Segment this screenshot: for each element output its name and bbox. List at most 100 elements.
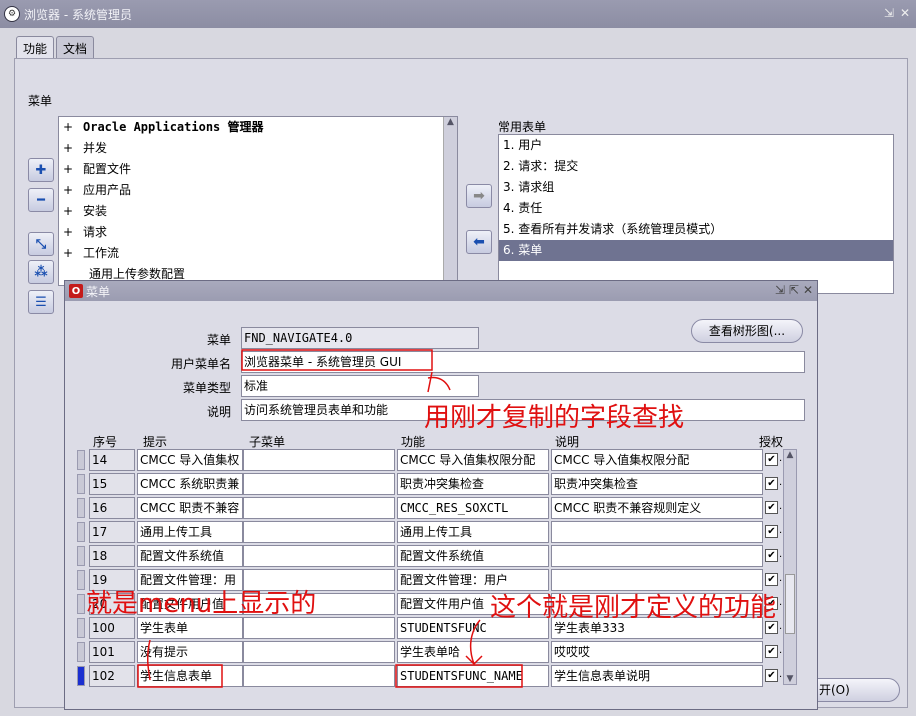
seq-cell[interactable]: 16 <box>89 497 135 519</box>
grid-scrollbar[interactable]: ▲ ▼ <box>783 449 797 685</box>
tree-item[interactable]: + Oracle Applications 管理器 <box>59 117 457 138</box>
function-cell[interactable]: CMCC 导入值集权限分配 <box>397 449 549 471</box>
scroll-up-icon[interactable]: ▲ <box>784 450 796 460</box>
submenu-cell[interactable] <box>243 617 395 639</box>
prompt-cell[interactable]: CMCC 职责不兼容 <box>137 497 243 519</box>
description-cell[interactable]: CMCC 职责不兼容规则定义 <box>551 497 763 519</box>
minimize-icon[interactable]: ⇲ <box>884 6 894 20</box>
description-cell[interactable]: 哎哎哎 <box>551 641 763 663</box>
prompt-cell[interactable]: 配置文件系统值 <box>137 545 243 567</box>
favorite-item[interactable]: 2. 请求：提交 <box>499 156 893 177</box>
function-cell[interactable]: 配置文件管理：用户 <box>397 569 549 591</box>
description-cell[interactable]: 学生表单333 <box>551 617 763 639</box>
user-menu-name-field[interactable]: 浏览器菜单 - 系统管理员 GUI <box>241 351 805 373</box>
description-field[interactable]: 访问系统管理员表单和功能 <box>241 399 805 421</box>
prompt-cell[interactable]: 没有提示 <box>137 641 243 663</box>
grant-checkbox[interactable]: ✔ <box>765 549 778 562</box>
tree-item[interactable]: + 并发 <box>59 138 457 159</box>
description-cell[interactable]: 学生信息表单说明 <box>551 665 763 687</box>
function-cell[interactable]: CMCC_RES_SOXCTL <box>397 497 549 519</box>
tree-item[interactable]: + 工作流 <box>59 243 457 264</box>
row-selector[interactable] <box>77 642 85 662</box>
tree-item[interactable]: + 配置文件 <box>59 159 457 180</box>
collapse-button[interactable]: ━ <box>28 188 54 212</box>
function-cell[interactable]: 学生表单哈 <box>397 641 549 663</box>
grant-checkbox[interactable]: ✔ <box>765 669 778 682</box>
function-cell[interactable]: 配置文件用户值 <box>397 593 549 615</box>
prompt-cell[interactable]: 学生表单 <box>137 617 243 639</box>
description-cell[interactable] <box>551 569 763 591</box>
scroll-down-icon[interactable]: ▼ <box>784 674 796 684</box>
row-selector[interactable] <box>77 546 85 566</box>
seq-cell[interactable]: 18 <box>89 545 135 567</box>
function-tree[interactable]: + Oracle Applications 管理器 + 并发 + 配置文件 + 应用产品… <box>58 116 458 286</box>
tree-item[interactable]: + 请求 <box>59 222 457 243</box>
grant-checkbox[interactable]: ✔ <box>765 621 778 634</box>
menu-field[interactable]: FND_NAVIGATE4.0 <box>241 327 479 349</box>
tree-scrollbar[interactable]: ▲ <box>443 117 457 285</box>
grant-checkbox[interactable]: ✔ <box>765 477 778 490</box>
favorite-item[interactable]: 5. 查看所有并发请求（系统管理员模式） <box>499 219 893 240</box>
submenu-cell[interactable] <box>243 545 395 567</box>
favorite-item[interactable]: 4. 责任 <box>499 198 893 219</box>
seq-cell[interactable]: 19 <box>89 569 135 591</box>
function-cell[interactable]: 通用上传工具 <box>397 521 549 543</box>
collapse-all-button[interactable]: ☰ <box>28 290 54 314</box>
expand-branch-button[interactable]: ⤡ <box>28 232 54 256</box>
row-selector[interactable] <box>77 498 85 518</box>
add-to-favorites-button[interactable]: ➡ <box>466 184 492 208</box>
prompt-cell[interactable]: 学生信息表单 <box>137 665 243 687</box>
description-cell[interactable]: 职责冲突集检查 <box>551 473 763 495</box>
submenu-cell[interactable] <box>243 521 395 543</box>
submenu-cell[interactable] <box>243 641 395 663</box>
row-selector[interactable] <box>77 450 85 470</box>
seq-cell[interactable]: 17 <box>89 521 135 543</box>
row-selector[interactable] <box>77 474 85 494</box>
submenu-cell[interactable] <box>243 473 395 495</box>
close-icon[interactable]: ✕ <box>803 283 813 297</box>
seq-cell[interactable]: 15 <box>89 473 135 495</box>
seq-cell[interactable]: 102 <box>89 665 135 687</box>
submenu-cell[interactable] <box>243 497 395 519</box>
maximize-icon[interactable]: ⇱ <box>789 283 799 297</box>
description-cell[interactable] <box>551 593 763 615</box>
favorite-item-selected[interactable]: 6. 菜单 <box>499 240 893 261</box>
submenu-cell[interactable] <box>243 593 395 615</box>
grant-checkbox[interactable]: ✔ <box>765 597 778 610</box>
row-selector[interactable] <box>77 594 85 614</box>
expand-all-button[interactable]: ⁂ <box>28 260 54 284</box>
menu-type-field[interactable]: 标准 <box>241 375 479 397</box>
tree-item[interactable]: + 应用产品 <box>59 180 457 201</box>
grant-checkbox[interactable]: ✔ <box>765 525 778 538</box>
row-selector[interactable] <box>77 570 85 590</box>
function-cell[interactable]: 职责冲突集检查 <box>397 473 549 495</box>
view-tree-button[interactable]: 查看树形图(... <box>691 319 803 343</box>
tab-documents[interactable]: 文档 <box>56 36 95 58</box>
prompt-cell[interactable]: 配置文件用户值 <box>137 593 243 615</box>
seq-cell[interactable]: 100 <box>89 617 135 639</box>
row-selector[interactable] <box>77 522 85 542</box>
description-cell[interactable]: CMCC 导入值集权限分配 <box>551 449 763 471</box>
favorites-list[interactable]: 1. 用户 2. 请求：提交 3. 请求组 4. 责任 5. 查看所有并发请求（… <box>498 134 894 294</box>
close-icon[interactable]: ✕ <box>900 6 910 20</box>
function-cell[interactable]: STUDENTSFUNC_NAME <box>397 665 549 687</box>
scroll-thumb[interactable] <box>785 574 795 634</box>
row-selector[interactable] <box>77 666 85 686</box>
expand-button[interactable]: ✚ <box>28 158 54 182</box>
prompt-cell[interactable]: 配置文件管理：用 <box>137 569 243 591</box>
favorite-item[interactable]: 1. 用户 <box>499 135 893 156</box>
seq-cell[interactable]: 14 <box>89 449 135 471</box>
grant-checkbox[interactable]: ✔ <box>765 645 778 658</box>
function-cell[interactable]: 配置文件系统值 <box>397 545 549 567</box>
tree-item[interactable]: + 安装 <box>59 201 457 222</box>
prompt-cell[interactable]: CMCC 导入值集权 <box>137 449 243 471</box>
prompt-cell[interactable]: CMCC 系统职责兼 <box>137 473 243 495</box>
grant-checkbox[interactable]: ✔ <box>765 453 778 466</box>
grant-checkbox[interactable]: ✔ <box>765 573 778 586</box>
seq-cell[interactable]: 20 <box>89 593 135 615</box>
remove-from-favorites-button[interactable]: ⬅ <box>466 230 492 254</box>
submenu-cell[interactable] <box>243 569 395 591</box>
grant-checkbox[interactable]: ✔ <box>765 501 778 514</box>
prompt-cell[interactable]: 通用上传工具 <box>137 521 243 543</box>
row-selector[interactable] <box>77 618 85 638</box>
